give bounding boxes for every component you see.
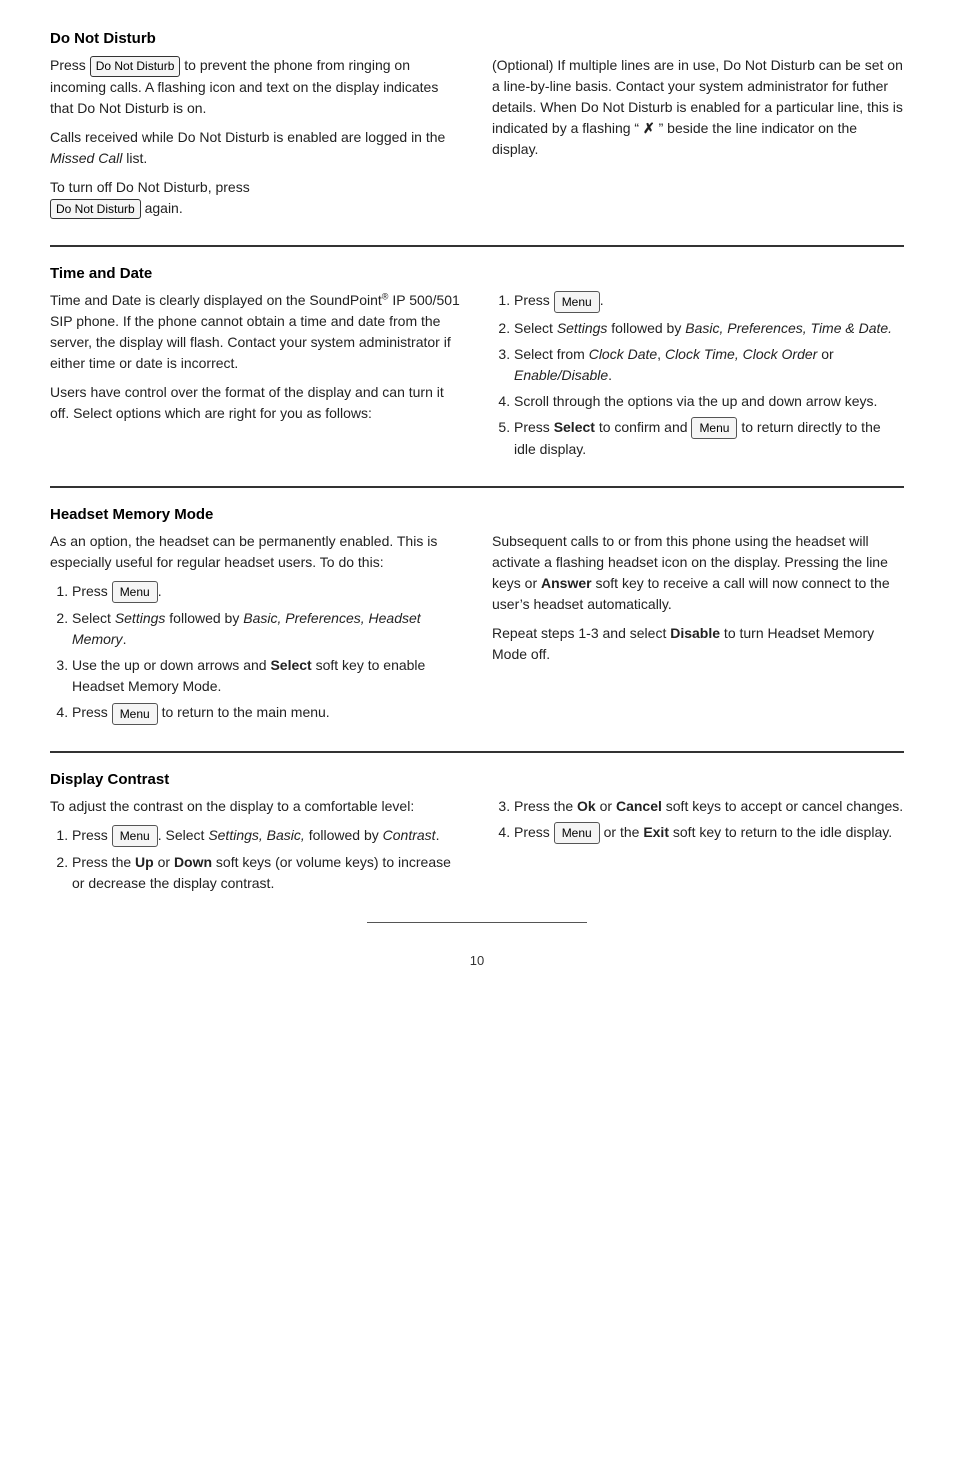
headset-step-4: Press Menu to return to the main menu.: [72, 702, 462, 724]
headset-step-2: Select Settings followed by Basic, Prefe…: [72, 608, 462, 650]
divider-3: [50, 751, 904, 753]
time-step-3: Select from Clock Date, Clock Time, Cloc…: [514, 344, 904, 386]
divider-1: [50, 245, 904, 247]
time-para-1: Time and Date is clearly displayed on th…: [50, 290, 462, 374]
display-contrast-section: Display Contrast To adjust the contrast …: [50, 771, 904, 902]
time-para-2: Users have control over the format of th…: [50, 382, 462, 424]
dnd-right-para: (Optional) If multiple lines are in use,…: [492, 55, 904, 160]
time-and-date-title: Time and Date: [50, 265, 904, 282]
display-contrast-title: Display Contrast: [50, 771, 904, 788]
time-steps-list: Press Menu. Select Settings followed by …: [514, 290, 904, 460]
bottom-rule: [367, 922, 587, 923]
headset-intro: As an option, the headset can be permane…: [50, 531, 462, 573]
menu-btn-headset-4: Menu: [112, 703, 158, 725]
dnd-button-2: Do Not Disturb: [50, 199, 141, 220]
time-step-2: Select Settings followed by Basic, Prefe…: [514, 318, 904, 339]
contrast-left-col: To adjust the contrast on the display to…: [50, 796, 462, 902]
contrast-right-steps: Press the Ok or Cancel soft keys to acce…: [514, 796, 904, 844]
dnd-missed-call-italic: Missed Call: [50, 150, 122, 166]
time-step-5: Press Select to confirm and Menu to retu…: [514, 417, 904, 460]
page-number: 10: [50, 953, 904, 968]
time-step-4: Scroll through the options via the up an…: [514, 391, 904, 412]
headset-right-para-1: Subsequent calls to or from this phone u…: [492, 531, 904, 615]
dnd-right-col: (Optional) If multiple lines are in use,…: [492, 55, 904, 227]
dnd-para-2: Calls received while Do Not Disturb is e…: [50, 127, 462, 169]
menu-btn-headset-1: Menu: [112, 581, 158, 603]
headset-right-para-2: Repeat steps 1-3 and select Disable to t…: [492, 623, 904, 665]
headset-steps-list: Press Menu. Select Settings followed by …: [72, 581, 462, 725]
dnd-button: Do Not Disturb: [90, 56, 181, 77]
divider-2: [50, 486, 904, 488]
time-and-date-section: Time and Date Time and Date is clearly d…: [50, 265, 904, 468]
time-right-col: Press Menu. Select Settings followed by …: [492, 290, 904, 468]
dnd-para-3: To turn off Do Not Disturb, press Do Not…: [50, 177, 462, 220]
headset-step-3: Use the up or down arrows and Select sof…: [72, 655, 462, 697]
menu-btn-time-1: Menu: [554, 291, 600, 313]
menu-btn-time-5: Menu: [691, 417, 737, 439]
contrast-left-steps: Press Menu. Select Settings, Basic, foll…: [72, 825, 462, 894]
headset-step-1: Press Menu.: [72, 581, 462, 603]
headset-left-col: As an option, the headset can be permane…: [50, 531, 462, 733]
headset-title: Headset Memory Mode: [50, 506, 904, 523]
headset-memory-section: Headset Memory Mode As an option, the he…: [50, 506, 904, 733]
contrast-step-3: Press the Ok or Cancel soft keys to acce…: [514, 796, 904, 817]
do-not-disturb-title: Do Not Disturb: [50, 30, 904, 47]
menu-btn-contrast-4: Menu: [554, 822, 600, 844]
contrast-step-2: Press the Up or Down soft keys (or volum…: [72, 852, 462, 894]
do-not-disturb-section: Do Not Disturb Press Do Not Disturb to p…: [50, 30, 904, 227]
headset-right-col: Subsequent calls to or from this phone u…: [492, 531, 904, 733]
dnd-para-1: Press Do Not Disturb to prevent the phon…: [50, 55, 462, 119]
dnd-left-col: Press Do Not Disturb to prevent the phon…: [50, 55, 462, 227]
contrast-step-1: Press Menu. Select Settings, Basic, foll…: [72, 825, 462, 847]
contrast-intro: To adjust the contrast on the display to…: [50, 796, 462, 817]
time-step-1: Press Menu.: [514, 290, 904, 312]
contrast-step-4: Press Menu or the Exit soft key to retur…: [514, 822, 904, 844]
contrast-right-col: Press the Ok or Cancel soft keys to acce…: [492, 796, 904, 902]
time-left-col: Time and Date is clearly displayed on th…: [50, 290, 462, 468]
menu-btn-contrast-1: Menu: [112, 825, 158, 847]
dnd-press-text: Press: [50, 57, 90, 73]
